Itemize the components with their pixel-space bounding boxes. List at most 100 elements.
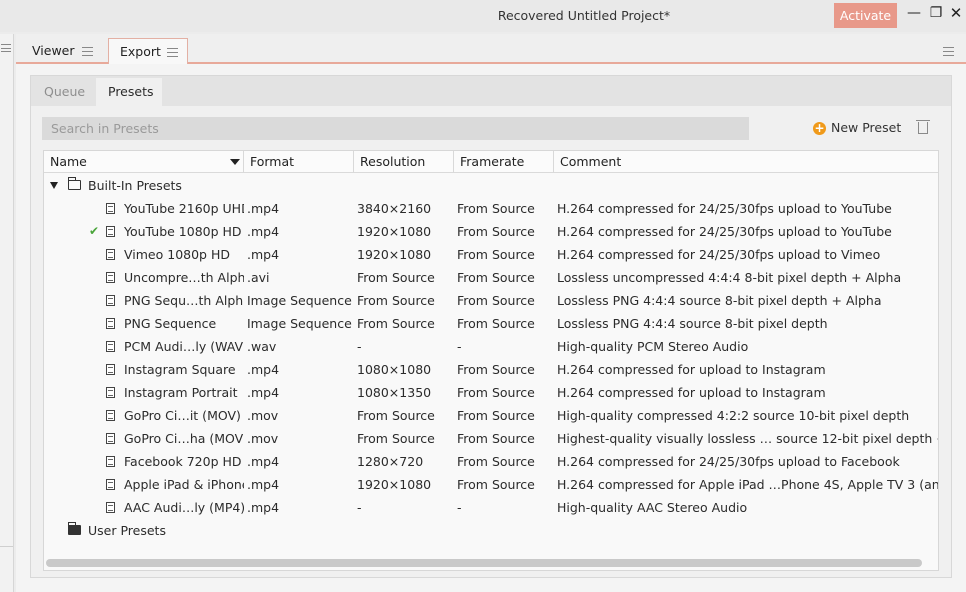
preset-format: .mp4 xyxy=(247,454,280,469)
preset-format: .mp4 xyxy=(247,500,280,515)
left-panel-edge xyxy=(0,34,14,592)
tab-viewer-label: Viewer xyxy=(32,43,75,58)
hamburger-menu-icon[interactable] xyxy=(1,44,11,52)
preset-resolution: From Source xyxy=(357,316,435,331)
table-row[interactable]: Facebook 720p HD .mp4 1280×720 From Source H… xyxy=(44,450,938,473)
hamburger-menu-icon[interactable] xyxy=(82,47,93,56)
preset-name: PNG Sequence xyxy=(124,316,217,331)
sub-tab-bar: Queue Presets xyxy=(31,76,951,106)
preset-framerate: From Source xyxy=(457,201,535,216)
tab-export-label: Export xyxy=(120,44,161,59)
table-row[interactable]: Instagram Portrait .mp4 1080×1350 From Sour… xyxy=(44,381,938,404)
preset-name: Instagram Square xyxy=(124,362,236,377)
preset-resolution: 1920×1080 xyxy=(357,247,432,262)
preset-format: .wav xyxy=(247,339,277,354)
preset-comment: High-quality compressed 4:2:2 source 10-… xyxy=(557,408,910,423)
preset-framerate: From Source xyxy=(457,385,535,400)
document-icon xyxy=(106,249,115,260)
preset-resolution: From Source xyxy=(357,293,435,308)
preset-comment: Highest-quality visually lossless … sour… xyxy=(557,431,938,446)
preset-format: .mov xyxy=(247,431,279,446)
preset-comment: H.264 compressed for 24/25/30fps upload … xyxy=(557,224,892,239)
table-row[interactable]: GoPro Ci…it (MOV) .mov From Source From Sou… xyxy=(44,404,938,427)
column-header-framerate[interactable]: Framerate xyxy=(454,151,554,173)
preset-format: .mp4 xyxy=(247,201,280,216)
panel-tab-bar: Viewer Export xyxy=(16,34,966,64)
preset-resolution: 1080×1080 xyxy=(357,362,432,377)
close-icon[interactable]: ✕ xyxy=(946,4,966,24)
tab-viewer[interactable]: Viewer xyxy=(16,38,104,64)
table-row[interactable]: YouTube 2160p UHD .mp4 3840×2160 From Sourc… xyxy=(44,197,938,220)
preset-format: Image Sequence xyxy=(247,316,352,331)
search-input[interactable]: Search in Presets xyxy=(42,117,749,140)
preset-framerate: From Source xyxy=(457,431,535,446)
preset-resolution: From Source xyxy=(357,408,435,423)
activate-button[interactable]: Activate xyxy=(834,3,897,28)
column-header-resolution[interactable]: Resolution xyxy=(354,151,454,173)
table-row[interactable]: GoPro Ci…ha (MOV) .mov From Source From Sou… xyxy=(44,427,938,450)
sort-descending-icon[interactable] xyxy=(230,159,240,165)
maximize-icon[interactable]: ❐ xyxy=(926,4,946,24)
preset-framerate: From Source xyxy=(457,247,535,262)
preset-format: .avi xyxy=(247,270,270,285)
document-icon xyxy=(106,295,115,306)
preset-resolution: 1920×1080 xyxy=(357,224,432,239)
preset-framerate: - xyxy=(457,339,462,354)
title-bar: Recovered Untitled Project* Activate — ❐… xyxy=(0,0,966,32)
expand-triangle-icon[interactable] xyxy=(50,182,58,189)
table-row[interactable]: AAC Audi…ly (MP4) .mp4 - - High-quality AAC … xyxy=(44,496,938,519)
preset-name: Facebook 720p HD xyxy=(124,454,242,469)
document-icon xyxy=(106,502,115,513)
preset-format: .mp4 xyxy=(247,247,280,262)
hamburger-menu-icon[interactable] xyxy=(167,48,178,57)
table-row[interactable]: PCM Audi…ly (WAV) .wav - - High-quality PCM … xyxy=(44,335,938,358)
minimize-icon[interactable]: — xyxy=(904,4,924,24)
table-row[interactable]: Apple iPad & iPhone .mp4 1920×1080 From Sou… xyxy=(44,473,938,496)
panel-menu-icon[interactable] xyxy=(943,47,954,56)
table-row[interactable]: Instagram Square .mp4 1080×1080 From Source… xyxy=(44,358,938,381)
preset-resolution: From Source xyxy=(357,431,435,446)
new-preset-button[interactable]: + New Preset xyxy=(813,118,901,138)
tab-export[interactable]: Export xyxy=(108,38,188,64)
table-row[interactable]: PNG Sequ…th Alpha Image Sequence From Sour… xyxy=(44,289,938,312)
column-header-comment[interactable]: Comment xyxy=(554,151,938,173)
preset-name: Instagram Portrait xyxy=(124,385,238,400)
document-icon xyxy=(106,341,115,352)
preset-framerate: From Source xyxy=(457,362,535,377)
trash-icon[interactable] xyxy=(916,120,930,134)
group-label: Built-In Presets xyxy=(88,178,182,193)
group-built-in-presets[interactable]: Built-In Presets xyxy=(44,174,938,197)
horizontal-scrollbar[interactable] xyxy=(46,559,922,567)
preset-framerate: - xyxy=(457,500,462,515)
preset-name: Uncompre…th Alpha xyxy=(124,270,244,285)
preset-format: Image Sequence xyxy=(247,293,352,308)
preset-comment: H.264 compressed for 24/25/30fps upload … xyxy=(557,454,900,469)
new-preset-label: New Preset xyxy=(831,120,902,135)
preset-framerate: From Source xyxy=(457,454,535,469)
preset-comment: H.264 compressed for upload to Instagram xyxy=(557,385,826,400)
export-panel: Viewer Export Queue Presets Search in Pr… xyxy=(16,34,966,592)
table-header: Name Format Resolution Framerate Comment xyxy=(44,151,938,173)
table-row[interactable]: Vimeo 1080p HD .mp4 1920×1080 From Source H.… xyxy=(44,243,938,266)
divider xyxy=(0,546,13,547)
add-icon: + xyxy=(813,121,826,135)
group-user-presets[interactable]: User Presets xyxy=(44,519,938,542)
document-icon xyxy=(106,479,115,490)
presets-view: Search in Presets + New Preset Name Form… xyxy=(31,106,951,577)
preset-name: PCM Audi…ly (WAV) xyxy=(124,339,244,354)
tab-presets[interactable]: Presets xyxy=(96,78,162,106)
preset-name: Vimeo 1080p HD xyxy=(124,247,230,262)
preset-name: GoPro Ci…ha (MOV) xyxy=(124,431,244,446)
preset-format: .mp4 xyxy=(247,477,280,492)
preset-name: PNG Sequ…th Alpha xyxy=(124,293,244,308)
table-row[interactable]: PNG Sequence Image Sequence From Source Fro… xyxy=(44,312,938,335)
preset-framerate: From Source xyxy=(457,316,535,331)
table-row[interactable]: Uncompre…th Alpha .avi From Source From Sou… xyxy=(44,266,938,289)
preset-comment: H.264 compressed for 24/25/30fps upload … xyxy=(557,201,892,216)
column-header-format[interactable]: Format xyxy=(244,151,354,173)
document-icon xyxy=(106,364,115,375)
tab-queue[interactable]: Queue xyxy=(32,78,96,106)
column-header-name[interactable]: Name xyxy=(44,151,244,173)
table-row[interactable]: ✔ YouTube 1080p HD .mp4 1920×1080 From Sourc… xyxy=(44,220,938,243)
preset-name: GoPro Ci…it (MOV) xyxy=(124,408,241,423)
